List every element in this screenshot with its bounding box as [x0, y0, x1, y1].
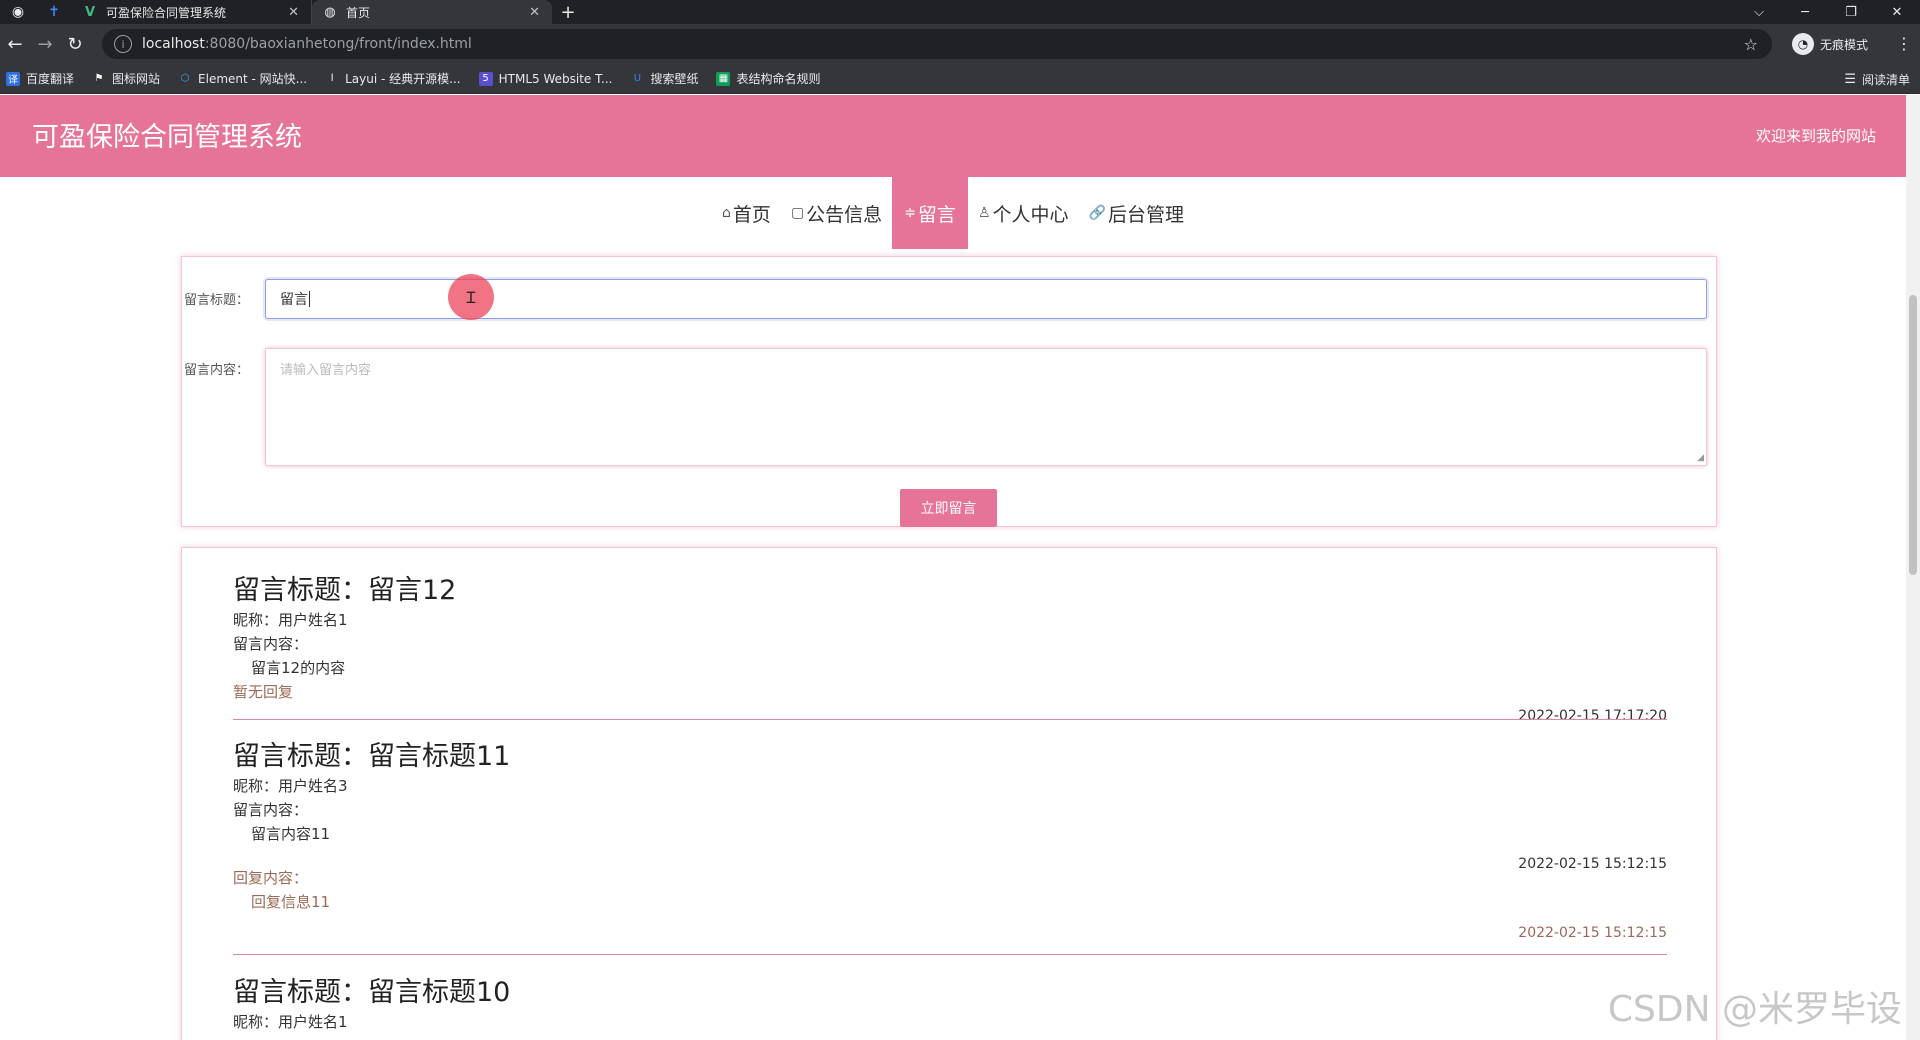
flag-icon: ⚑	[94, 73, 104, 84]
browser-menu-kebab-icon[interactable]: ⋮	[1896, 34, 1912, 53]
message-content: 留言12的内容	[251, 659, 346, 677]
watermark-text: CSDN @米罗毕设	[1607, 989, 1902, 1030]
reply-label: 回复内容：	[233, 869, 309, 887]
nav-item-admin[interactable]: 🔗 后台管理	[1079, 177, 1194, 249]
browser-tab-title: 可盈保险合同管理系统	[106, 5, 227, 20]
browser-tab-title: 首页	[346, 5, 371, 20]
home-icon: ⌂	[722, 205, 731, 221]
incognito-icon: ◔	[1792, 33, 1814, 55]
browser-tab[interactable]: V 可盈保险合同管理系统 ✕	[72, 0, 312, 24]
submit-message-button[interactable]: 立即留言	[900, 489, 997, 527]
url-path: :8080/baoxianhetong/front/index.html	[204, 36, 472, 52]
site-header: 可盈保险合同管理系统 欢迎来到我的网站	[0, 95, 1906, 177]
sheet-icon: ▦	[716, 71, 731, 86]
nav-item-message[interactable]: ≑ 留言	[892, 177, 968, 249]
message-title: 留言标题：留言标题11	[233, 741, 511, 772]
message-content-label: 留言内容：	[233, 801, 309, 819]
bookmark-item[interactable]: ⬡ Element - 网站快...	[178, 70, 307, 87]
message-item: 留言标题：留言标题11 昵称：用户姓名3 留言内容： 留言内容11 2022-0…	[233, 734, 1667, 941]
bookmarks-bar: 译百度翻译 ⚑ 图标网站 ⬡ Element - 网站快... l Layui - 经…	[0, 64, 1920, 94]
site-title: 可盈保险合同管理系统	[32, 122, 302, 153]
browser-tab-strip: ◉ ✝ V 可盈保险合同管理系统 ✕ ◍ 首页 ✕ + ⌵ ─ ❐ ✕	[0, 0, 1920, 24]
translate-icon: 译	[6, 71, 20, 86]
bookmark-item[interactable]: l Layui - 经典开源模...	[325, 70, 461, 87]
message-content: 留言内容11	[251, 825, 331, 843]
address-bar-row: ← → ↻ i localhost:8080/baoxianhetong/fro…	[0, 24, 1920, 64]
wallpaper-icon: U	[633, 73, 642, 84]
bookmark-item[interactable]: ▦ 表结构命名规则	[716, 70, 820, 87]
message-title: 留言标题：留言12	[233, 575, 457, 606]
incognito-profile-button[interactable]: ◔ 无痕模式	[1792, 31, 1868, 57]
message-divider	[233, 954, 1667, 955]
browser-menu-icon[interactable]: ◉	[0, 0, 36, 24]
resize-handle-icon[interactable]: ◢	[1697, 453, 1704, 463]
vue-logo-icon: V	[84, 4, 96, 20]
message-list: 留言标题：留言12 昵称：用户姓名1 留言内容： 留言12的内容 暂无回复 20…	[181, 547, 1717, 1040]
message-time: 2022-02-15 15:12:15	[1518, 856, 1667, 872]
close-tab-icon[interactable]: ✕	[288, 5, 299, 20]
no-reply-text: 暂无回复	[233, 683, 294, 701]
content-label: 留言内容：	[184, 363, 250, 378]
reply-time: 2022-02-15 15:12:15	[1518, 925, 1667, 941]
title-input-value: 留言	[280, 292, 308, 308]
reply-content: 回复信息11	[251, 893, 331, 911]
reading-list-icon: ☰	[1844, 72, 1856, 87]
message-content-label: 留言内容：	[233, 635, 309, 653]
message-nickname: 昵称：用户姓名3	[233, 777, 348, 795]
main-nav: ⌂ 首页 ▢ 公告信息 ≑ 留言 ♙ 个人中心 🔗 后台管理	[0, 177, 1906, 249]
reload-button[interactable]: ↻	[60, 29, 90, 59]
close-window-button[interactable]: ✕	[1874, 0, 1920, 24]
content-textarea[interactable]: 请输入留言内容 ◢	[265, 348, 1707, 466]
close-tab-icon[interactable]: ✕	[529, 5, 540, 20]
nav-item-home[interactable]: ⌂ 首页	[712, 177, 781, 249]
url-input[interactable]: i localhost:8080/baoxianhetong/front/ind…	[102, 29, 1772, 59]
content-placeholder: 请输入留言内容	[280, 363, 372, 378]
new-tab-button[interactable]: +	[552, 0, 584, 24]
window-controls: ⌵ ─ ❐ ✕	[1736, 0, 1920, 24]
page-scrollbar[interactable]	[1906, 95, 1920, 1040]
globe-icon: ◍	[324, 4, 336, 20]
text-caret	[309, 291, 310, 307]
html5-icon: 5	[478, 71, 493, 86]
mouse-cursor-highlight: Ɪ	[448, 274, 494, 320]
notice-icon: ▢	[790, 205, 805, 221]
message-title: 留言标题：留言标题10	[233, 977, 511, 1008]
page-viewport: 可盈保险合同管理系统 欢迎来到我的网站 ⌂ 首页 ▢ 公告信息 ≑ 留言 ♙ 个人中心 …	[0, 95, 1906, 1040]
nav-item-notice[interactable]: ▢ 公告信息	[781, 177, 892, 249]
layui-logo-icon: l	[330, 73, 334, 84]
bookmark-item[interactable]: 5 HTML5 Website T...	[478, 71, 612, 86]
site-info-icon[interactable]: i	[114, 35, 132, 53]
message-form: 留言标题： 留言 留言内容： 请输入留言内容 ◢ 立即留言	[181, 256, 1717, 527]
message-divider	[233, 719, 1667, 720]
link-icon: 🔗	[1088, 205, 1106, 221]
url-host: localhost	[142, 36, 205, 52]
welcome-text: 欢迎来到我的网站	[1755, 127, 1876, 145]
text-cursor-icon: Ɪ	[466, 288, 476, 307]
bookmark-item[interactable]: ⚑ 图标网站	[92, 70, 161, 87]
bookmark-item[interactable]: 译百度翻译	[6, 70, 74, 87]
element-logo-icon: ⬡	[180, 73, 190, 84]
message-item: 留言标题：留言标题10 昵称：用户姓名1	[233, 970, 1667, 1034]
nav-item-profile[interactable]: ♙ 个人中心	[968, 177, 1079, 249]
pinned-tab-icon[interactable]: ✝	[36, 0, 72, 24]
message-icon: ≑	[904, 205, 916, 221]
bookmark-item[interactable]: U 搜索壁纸	[630, 70, 699, 87]
back-button[interactable]: ←	[0, 29, 30, 59]
message-time: 2022-02-15 17:17:20	[1518, 708, 1667, 724]
forward-button[interactable]: →	[30, 29, 60, 59]
minimize-button[interactable]: ─	[1782, 0, 1828, 24]
profile-label: 无痕模式	[1820, 37, 1869, 52]
title-label: 留言标题：	[184, 293, 250, 308]
user-icon: ♙	[977, 205, 991, 221]
tab-search-icon[interactable]: ⌵	[1736, 0, 1782, 24]
restore-button[interactable]: ❐	[1828, 0, 1874, 24]
message-item: 留言标题：留言12 昵称：用户姓名1 留言内容： 留言12的内容 暂无回复 20…	[233, 568, 1667, 724]
bookmark-star-icon[interactable]: ☆	[1744, 35, 1758, 54]
message-nickname: 昵称：用户姓名1	[233, 611, 348, 629]
scrollbar-thumb[interactable]	[1909, 295, 1917, 575]
browser-tab-active[interactable]: ◍ 首页 ✕	[312, 0, 552, 24]
reading-list-button[interactable]: ☰ 阅读清单	[1844, 71, 1910, 88]
message-nickname: 昵称：用户姓名1	[233, 1013, 348, 1031]
